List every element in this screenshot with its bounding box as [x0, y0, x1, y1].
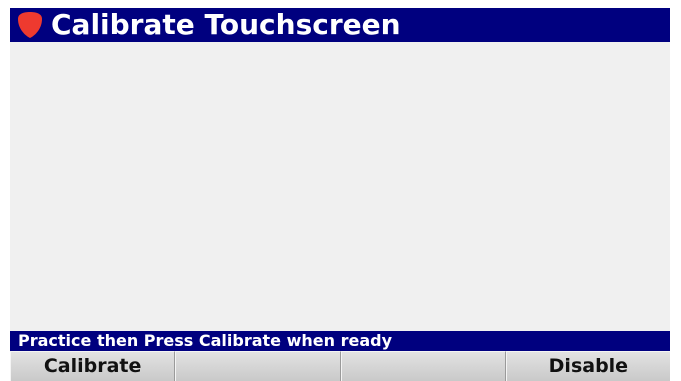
- status-message: Practice then Press Calibrate when ready: [10, 331, 670, 351]
- calibration-practice-area[interactable]: [10, 42, 670, 331]
- title-bar: Calibrate Touchscreen: [10, 8, 670, 42]
- softkey-bar: Calibrate Disable: [10, 351, 670, 381]
- device-screen: Calibrate Touchscreen Practice then Pres…: [10, 8, 670, 381]
- softkey-3-button[interactable]: [340, 351, 506, 381]
- shield-icon: [18, 12, 42, 38]
- calibrate-button[interactable]: Calibrate: [10, 351, 176, 381]
- softkey-2-button[interactable]: [175, 351, 341, 381]
- page-title: Calibrate Touchscreen: [51, 8, 401, 41]
- disable-button[interactable]: Disable: [505, 351, 670, 381]
